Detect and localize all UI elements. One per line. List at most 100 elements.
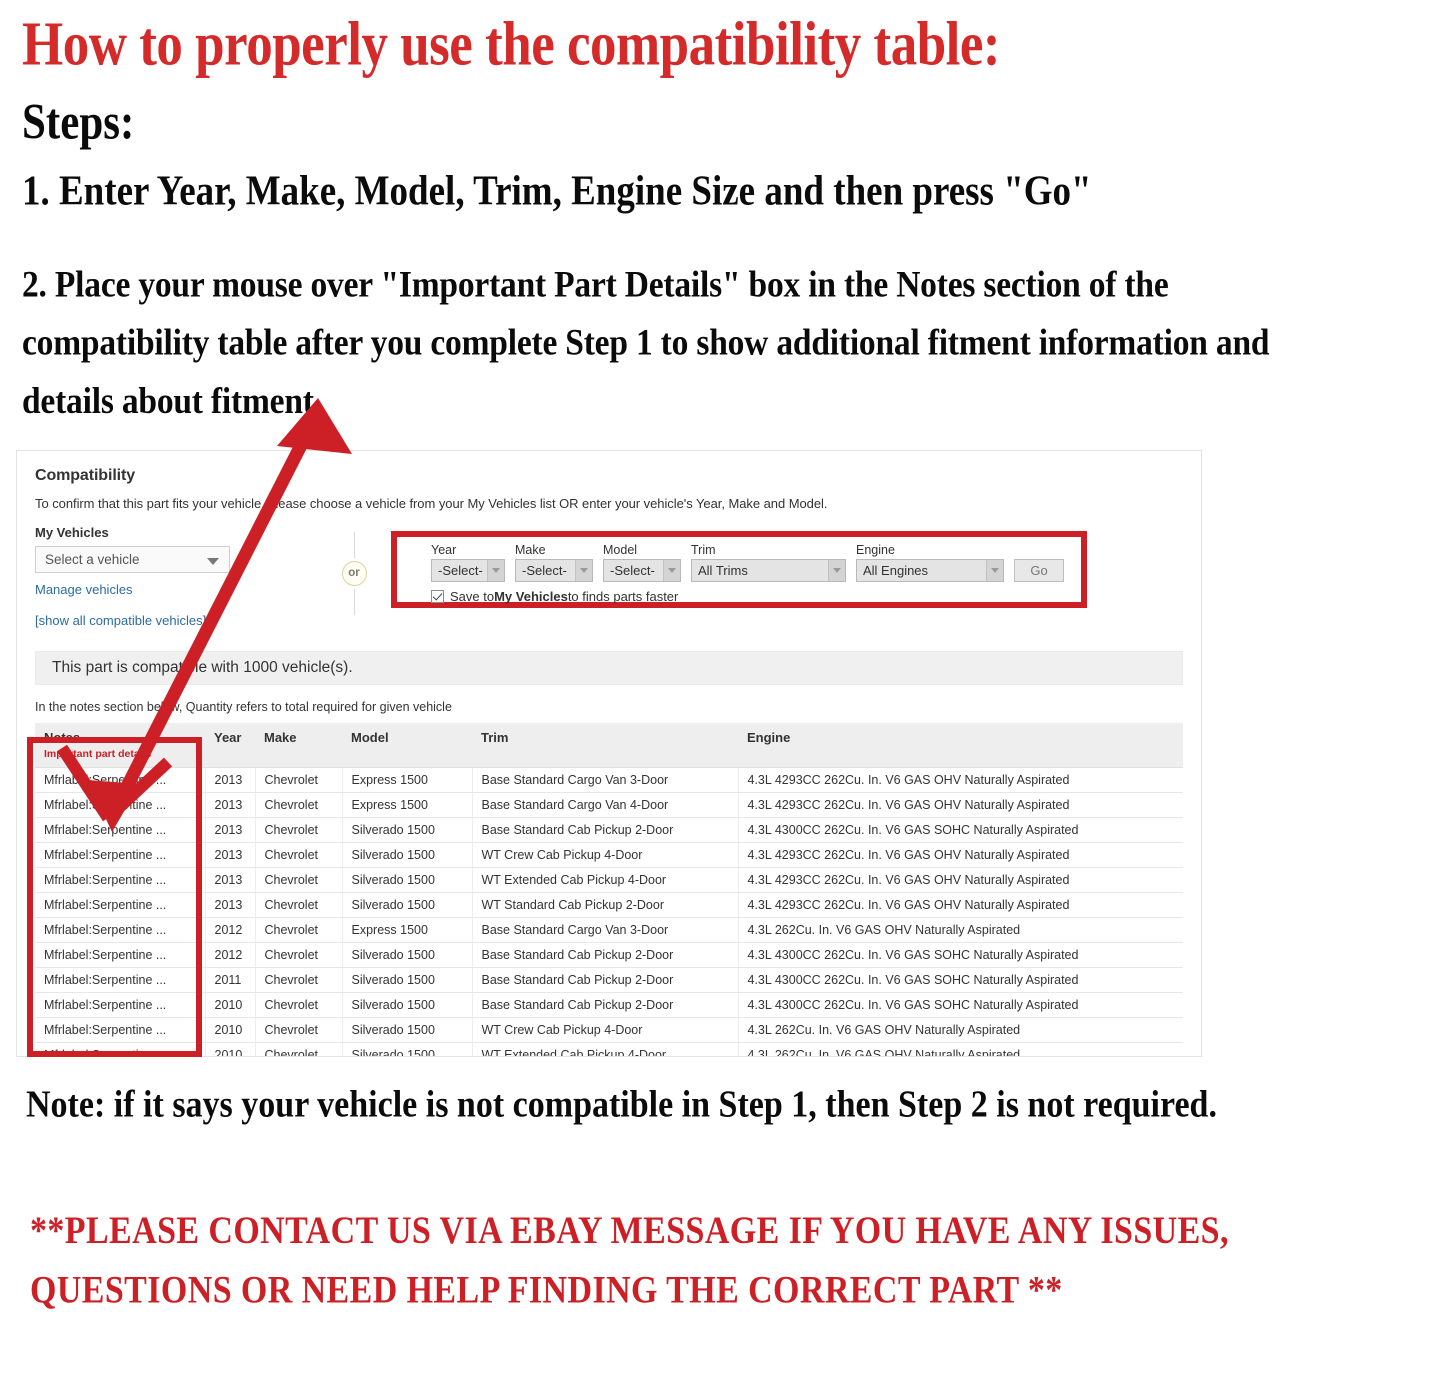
cell-trim: Base Standard Cab Pickup 2-Door — [472, 992, 739, 1018]
cell-model: Express 1500 — [342, 767, 473, 793]
cell-make: Chevrolet — [255, 1017, 343, 1043]
col-header-notes-label: Notes — [44, 730, 81, 745]
step-1-text: 1. Enter Year, Make, Model, Trim, Engine… — [22, 167, 1092, 215]
table-row[interactable]: Mfrlabel:Serpentine ... 2013 Chevrolet Expr… — [35, 792, 1183, 818]
go-button[interactable]: Go — [1014, 559, 1064, 582]
vehicle-finder-highlight-box: Year -Select- Make -Select- Model -Selec… — [391, 531, 1087, 608]
cell-make: Chevrolet — [255, 792, 343, 818]
chevron-down-icon — [828, 560, 845, 581]
make-field: Make -Select- — [515, 543, 593, 582]
cell-year: 2010 — [205, 1042, 256, 1056]
col-header-trim: Trim — [472, 723, 738, 768]
cell-make: Chevrolet — [255, 967, 343, 993]
cell-year: 2013 — [205, 767, 256, 793]
compatibility-result-banner: This part is compatible with 1000 vehicl… — [35, 651, 1183, 685]
my-vehicles-column: My Vehicles Select a vehicle Manage vehi… — [35, 525, 325, 628]
table-row[interactable]: Mfrlabel:Serpentine ... 2012 Chevrolet Expr… — [35, 917, 1183, 943]
cell-notes: Mfrlabel:Serpentine ... — [35, 917, 206, 943]
or-badge: or — [341, 560, 367, 586]
fitment-table: Notes Important part details Year Make M… — [35, 723, 1183, 1056]
step-2-text: 2. Place your mouse over "Important Part… — [22, 263, 1270, 422]
cell-engine: 4.3L 4293CC 262Cu. In. V6 GAS OHV Natura… — [738, 867, 1183, 893]
show-all-compatible-vehicles-link[interactable]: [show all compatible vehicles] — [35, 613, 325, 628]
cell-engine: 4.3L 4300CC 262Cu. In. V6 GAS SOHC Natur… — [738, 817, 1183, 843]
cell-engine: 4.3L 4300CC 262Cu. In. V6 GAS SOHC Natur… — [738, 992, 1183, 1018]
save-suffix-text: to finds parts faster — [567, 589, 679, 604]
cell-year: 2010 — [205, 992, 256, 1018]
model-label: Model — [603, 543, 638, 557]
cell-engine: 4.3L 4293CC 262Cu. In. V6 GAS OHV Natura… — [738, 892, 1183, 918]
table-row[interactable]: Mfrlabel:Serpentine ... 2013 Chevrolet Silv… — [35, 867, 1183, 893]
quantity-note: In the notes section below, Quantity ref… — [35, 700, 452, 714]
cell-model: Express 1500 — [342, 917, 473, 943]
page-title: How to properly use the compatibility ta… — [22, 10, 1001, 79]
cell-year: 2013 — [205, 892, 256, 918]
cell-year: 2012 — [205, 942, 256, 968]
cell-year: 2013 — [205, 817, 256, 843]
manage-vehicles-link[interactable]: Manage vehicles — [35, 582, 325, 597]
model-field: Model -Select- — [603, 543, 681, 582]
cell-notes: Mfrlabel:Serpentine ... — [35, 1017, 206, 1043]
save-checkbox[interactable] — [431, 590, 444, 603]
cell-notes: Mfrlabel:Serpentine ... — [35, 942, 206, 968]
cell-make: Chevrolet — [255, 842, 343, 868]
cell-engine: 4.3L 4293CC 262Cu. In. V6 GAS OHV Natura… — [738, 767, 1183, 793]
table-row[interactable]: Mfrlabel:Serpentine ... 2013 Chevrolet Silv… — [35, 817, 1183, 843]
col-header-model: Model — [342, 723, 472, 768]
cell-engine: 4.3L 262Cu. In. V6 GAS OHV Naturally Asp… — [738, 1017, 1183, 1043]
cell-notes: Mfrlabel:Serpentine ... — [35, 792, 206, 818]
cell-model: Silverado 1500 — [342, 942, 473, 968]
make-label: Make — [515, 543, 546, 557]
col-header-engine: Engine — [738, 723, 1183, 768]
fitment-table-body: Mfrlabel:Serpentine ... 2013 Chevrolet Expr… — [35, 767, 1183, 1056]
cell-model: Silverado 1500 — [342, 817, 473, 843]
make-select[interactable]: -Select- — [515, 559, 593, 582]
cell-notes: Mfrlabel:Serpentine ... — [35, 992, 206, 1018]
save-bold-text: My Vehicles — [494, 589, 568, 604]
table-row[interactable]: Mfrlabel:Serpentine ... 2010 Chevrolet Silv… — [35, 992, 1183, 1018]
table-row[interactable]: Mfrlabel:Serpentine ... 2011 Chevrolet Silv… — [35, 967, 1183, 993]
cell-year: 2013 — [205, 867, 256, 893]
trim-select[interactable]: All Trims — [691, 559, 846, 582]
table-row[interactable]: Mfrlabel:Serpentine ... 2013 Chevrolet Expr… — [35, 767, 1183, 793]
cell-trim: WT Extended Cab Pickup 4-Door — [472, 867, 739, 893]
cell-trim: Base Standard Cab Pickup 2-Door — [472, 967, 739, 993]
cell-engine: 4.3L 4293CC 262Cu. In. V6 GAS OHV Natura… — [738, 842, 1183, 868]
cell-notes: Mfrlabel:Serpentine ... — [35, 842, 206, 868]
cell-model: Silverado 1500 — [342, 842, 473, 868]
cell-notes: Mfrlabel:Serpentine ... — [35, 817, 206, 843]
cell-trim: WT Extended Cab Pickup 4-Door — [472, 1042, 739, 1056]
cell-notes: Mfrlabel:Serpentine ... — [35, 867, 206, 893]
cell-model: Silverado 1500 — [342, 992, 473, 1018]
table-row[interactable]: Mfrlabel:Serpentine ... 2012 Chevrolet Silv… — [35, 942, 1183, 968]
trim-label: Trim — [691, 543, 716, 557]
engine-select-value: All Engines — [863, 563, 929, 578]
model-select[interactable]: -Select- — [603, 559, 681, 582]
table-row[interactable]: Mfrlabel:Serpentine ... 2013 Chevrolet Silv… — [35, 892, 1183, 918]
compatibility-heading: Compatibility — [35, 467, 136, 484]
my-vehicles-label: My Vehicles — [35, 525, 109, 540]
save-to-my-vehicles-row[interactable]: Save to My Vehicles to finds parts faste… — [431, 589, 1081, 604]
or-divider-line-bottom — [353, 588, 355, 615]
year-select[interactable]: -Select- — [431, 559, 505, 582]
cell-year: 2010 — [205, 1017, 256, 1043]
vehicle-select-dropdown[interactable]: Select a vehicle — [35, 546, 230, 573]
trim-select-value: All Trims — [698, 563, 748, 578]
cell-notes: Mfrlabel:Serpentine ... — [35, 967, 206, 993]
cell-model: Silverado 1500 — [342, 1042, 473, 1056]
cell-engine: 4.3L 4300CC 262Cu. In. V6 GAS SOHC Natur… — [738, 942, 1183, 968]
cell-engine: 4.3L 4293CC 262Cu. In. V6 GAS OHV Natura… — [738, 792, 1183, 818]
cell-notes: Mfrlabel:Serpentine ... — [35, 767, 206, 793]
table-row[interactable]: Mfrlabel:Serpentine ... 2010 Chevrolet Silv… — [35, 1042, 1183, 1056]
cell-notes: Mfrlabel:Serpentine ... — [35, 892, 206, 918]
engine-select[interactable]: All Engines — [856, 559, 1004, 582]
cell-model: Express 1500 — [342, 792, 473, 818]
col-header-year: Year — [205, 723, 255, 768]
col-header-make: Make — [255, 723, 342, 768]
instruction-header: How to properly use the compatibility ta… — [22, 10, 1422, 212]
chevron-down-icon — [487, 560, 504, 581]
cell-trim: Base Standard Cab Pickup 2-Door — [472, 942, 739, 968]
table-row[interactable]: Mfrlabel:Serpentine ... 2013 Chevrolet Silv… — [35, 842, 1183, 868]
compatibility-panel: Compatibility To confirm that this part … — [16, 450, 1202, 1057]
table-row[interactable]: Mfrlabel:Serpentine ... 2010 Chevrolet Silv… — [35, 1017, 1183, 1043]
